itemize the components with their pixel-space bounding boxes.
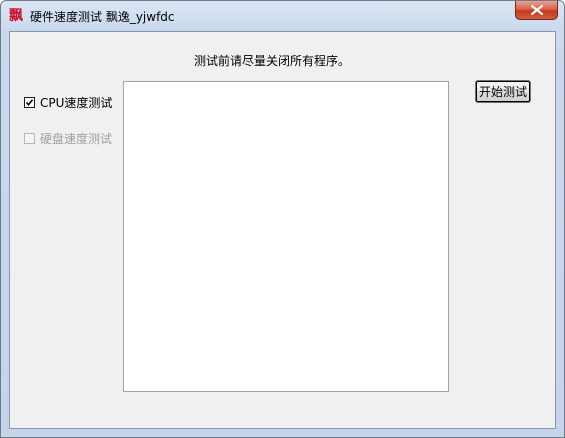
disk-test-option[interactable]: 硬盘速度测试 [24,130,112,147]
title-bar[interactable]: 飘 硬件速度测试 飘逸_yjwfdc [1,1,564,31]
client-area: 测试前请尽量关闭所有程序。 CPU速度测试 硬盘速度测试 开始测试 [9,31,556,429]
close-icon [531,5,543,15]
app-window: 飘 硬件速度测试 飘逸_yjwfdc 测试前请尽量关闭所有程序。 CPU速度测试… [0,0,565,438]
disk-test-checkbox[interactable] [24,133,35,144]
cpu-test-option[interactable]: CPU速度测试 [24,94,112,111]
app-icon: 飘 [9,8,23,24]
checkmark-icon [25,99,34,107]
results-output-box[interactable] [123,81,449,392]
notice-text: 测试前请尽量关闭所有程序。 [194,54,351,68]
disk-test-label: 硬盘速度测试 [40,132,113,146]
cpu-test-checkbox[interactable] [24,97,35,108]
window-title: 硬件速度测试 飘逸_yjwfdc [30,10,175,24]
close-button[interactable] [515,1,558,20]
cpu-test-label: CPU速度测试 [40,96,113,110]
start-test-button[interactable]: 开始测试 [475,80,531,103]
